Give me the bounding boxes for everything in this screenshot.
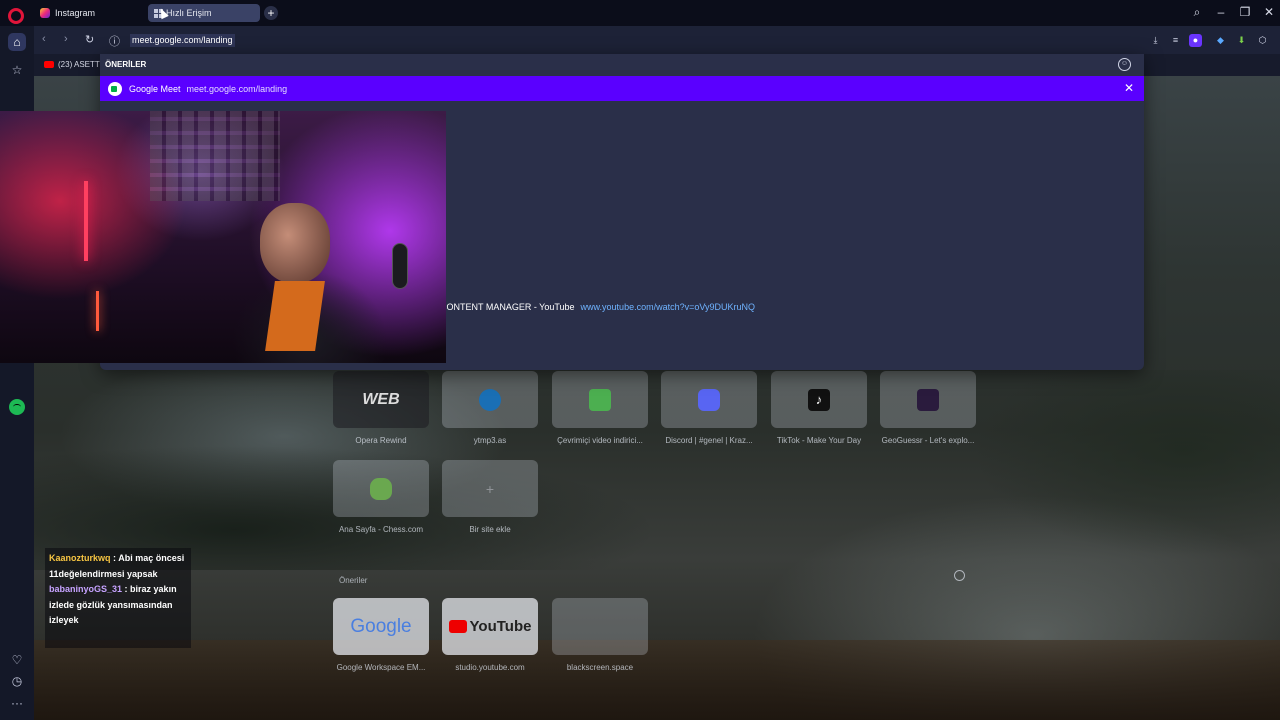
youtube-logo: YouTube — [469, 618, 532, 635]
ytmp3-icon — [479, 388, 501, 411]
new-tab-button[interactable]: + — [264, 6, 278, 20]
download-arrow-icon — [589, 388, 611, 411]
speed-dial-tile[interactable] — [880, 371, 976, 428]
background-deck — [34, 640, 1280, 720]
speed-dial-tile[interactable] — [661, 371, 757, 428]
youtube-play-icon — [448, 620, 467, 633]
emoji-icon[interactable]: ☺ — [1118, 58, 1131, 71]
chat-username: Kaanozturkwq — [49, 553, 111, 563]
home-icon[interactable]: ⌂ — [8, 33, 26, 51]
suggestion-title: CONTENT MANAGER - YouTube — [440, 302, 575, 312]
speed-dial-label: TikTok - Make Your Day — [776, 436, 862, 445]
close-window-button[interactable]: ✕ — [1261, 5, 1277, 19]
chess-pawn-icon — [370, 477, 392, 500]
speed-dial-label: Opera Rewind — [355, 436, 407, 445]
speed-dial-tile[interactable]: ♪ — [771, 371, 867, 428]
chat-message: babaninyoGS_31 : biraz yakın izlede gözl… — [49, 582, 187, 629]
suggestions-header: ÖNERİLER — [105, 60, 147, 69]
url-input[interactable]: meet.google.com/landing — [130, 34, 235, 47]
speed-dial-tile[interactable] — [333, 460, 429, 517]
add-site-tile[interactable]: + — [442, 460, 538, 517]
suggestion-tile[interactable] — [552, 598, 648, 655]
background-trees — [34, 370, 1280, 570]
speed-dial-label: Ana Sayfa - Chess.com — [338, 525, 424, 534]
tab-bar: Instagram Hızlı Erişim + ⌕ – ❐ ✕ — [0, 0, 1280, 26]
webcam-person-head — [260, 203, 330, 283]
web-rewind-icon: WEB — [362, 390, 400, 408]
history-icon[interactable]: ◷ — [8, 672, 26, 690]
restore-button[interactable]: ❐ — [1237, 5, 1253, 19]
chat-username: babaninyoGS_31 — [49, 584, 123, 594]
google-logo: Google — [350, 615, 412, 637]
chat-message: Kaanozturkwq : Abi maç öncesi 11değelend… — [49, 551, 187, 582]
tab-instagram-label: Instagram — [55, 8, 96, 18]
suggestion-url: meet.google.com/landing — [186, 83, 288, 94]
heart-icon[interactable]: ♡ — [8, 651, 26, 669]
site-info-icon[interactable]: ⓘ — [109, 33, 120, 49]
forward-button[interactable]: › — [64, 33, 68, 45]
opera-logo-icon[interactable] — [8, 8, 24, 24]
suggestions-heading: Öneriler — [339, 576, 368, 585]
discord-icon — [698, 388, 720, 411]
suggestion-tile[interactable]: Google — [333, 598, 429, 655]
address-bar: ‹ › ↻ ⓘ meet.google.com/landing ⤓ ≡ ● ◆ … — [34, 26, 1280, 54]
instagram-icon — [40, 8, 50, 18]
stream-chat-overlay: Kaanozturkwq : Abi maç öncesi 11değelend… — [45, 548, 191, 648]
close-suggestion-icon[interactable]: ✕ — [1124, 81, 1134, 95]
browser-window: Instagram Hızlı Erişim + ⌕ – ❐ ✕ ⌂ ☆ ♡ ◷… — [0, 0, 1280, 720]
speed-dial-label: ytmp3.as — [473, 436, 507, 445]
webcam-overlay — [0, 111, 446, 363]
speed-dial-label: Discord | #genel | Kraz... — [665, 436, 753, 445]
webcam-led-strip — [84, 181, 88, 261]
menu-icon[interactable]: ≡ — [1169, 34, 1182, 47]
speed-dial-tile[interactable] — [442, 371, 538, 428]
suggestion-tile[interactable]: YouTube — [442, 598, 538, 655]
suggestion-google-meet[interactable]: Google Meet meet.google.com/landing ✕ — [100, 76, 1144, 101]
webcam-microphone — [392, 243, 408, 289]
settings-icon[interactable] — [954, 570, 965, 581]
google-meet-icon — [108, 81, 122, 96]
suggestion-label: Google Workspace EM... — [336, 663, 426, 672]
speed-dial-tile[interactable]: WEB — [333, 371, 429, 428]
tab-instagram[interactable]: Instagram — [34, 4, 144, 22]
spotify-icon[interactable] — [9, 399, 25, 415]
webcam-led-strip — [96, 291, 99, 331]
suggestion-title: Google Meet — [129, 83, 181, 94]
webcam-poster-wall — [150, 111, 280, 201]
add-site-icon: + — [485, 480, 495, 497]
bookmark-item[interactable]: (23) ASETTO — [58, 60, 106, 69]
star-icon[interactable]: ☆ — [8, 61, 26, 79]
speed-dial-tile[interactable] — [552, 371, 648, 428]
minimize-button[interactable]: – — [1213, 5, 1229, 19]
extension-icon-1[interactable]: ◆ — [1214, 34, 1227, 47]
geoguessr-icon — [917, 388, 939, 411]
extensions-icon[interactable]: ⬡ — [1256, 34, 1269, 47]
tab-search-icon[interactable]: ⌕ — [1189, 5, 1205, 20]
webcam-person-shirt — [265, 281, 325, 351]
suggestion-label: studio.youtube.com — [455, 663, 525, 672]
more-icon[interactable]: ··· — [8, 694, 26, 712]
extension-icon-2[interactable]: ⬇ — [1235, 34, 1248, 47]
speed-dial-label: GeoGuessr - Let's explo... — [881, 436, 975, 445]
reload-button[interactable]: ↻ — [85, 33, 94, 46]
suggestion-url: www.youtube.com/watch?v=oVy9DUKruNQ — [580, 302, 756, 312]
download-icon[interactable]: ⤓ — [1149, 34, 1162, 47]
back-button[interactable]: ‹ — [42, 33, 46, 45]
suggestion-label: blackscreen.space — [566, 663, 634, 672]
youtube-icon — [44, 61, 54, 68]
speed-dial-label: Bir site ekle — [469, 525, 511, 534]
tiktok-icon: ♪ — [808, 388, 830, 411]
profile-icon[interactable]: ● — [1189, 34, 1202, 47]
tab-speed-dial-label: Hızlı Erişim — [166, 8, 212, 18]
speed-dial-label: Çevrimiçi video indirici... — [557, 436, 643, 445]
